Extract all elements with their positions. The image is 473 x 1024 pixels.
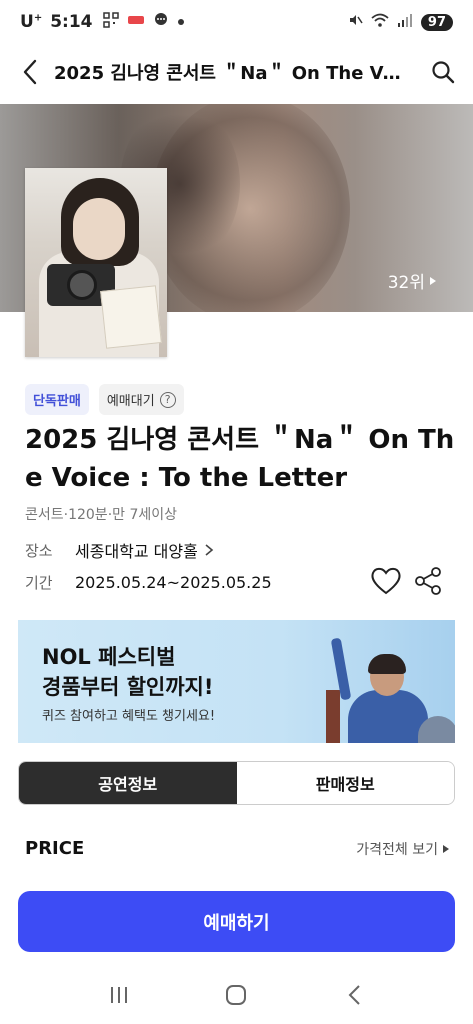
view-all-prices-link[interactable]: 가격전체 보기 [356,839,450,859]
notification-icons [102,12,185,32]
dot-icon [177,15,185,30]
ranking-label: 32위 [387,273,425,293]
promo-title: NOL 페스티벌 경품부터 할인까지! [42,642,213,702]
info-tabs: 공연정보 판매정보 [18,761,455,805]
event-poster[interactable] [25,168,167,357]
battery-indicator: 97 [420,13,453,31]
promo-pole [326,690,340,743]
search-button[interactable] [429,58,457,86]
period-label: 기간 [25,574,53,592]
share-icon [415,567,441,595]
sale-badges: 단독판매 예매대기 ? [25,384,184,415]
tab-sales-info[interactable]: 판매정보 [236,762,454,804]
search-icon [432,61,455,84]
status-time: 5:14 [50,12,93,32]
triangle-right-icon [430,276,436,285]
promo-banner[interactable]: NOL 페스티벌 경품부터 할인까지! 퀴즈 참여하고 혜택도 챙기세요! [18,620,455,743]
promo-line1: NOL 페스티벌 [42,645,176,669]
period-value: 2025.05.24~2025.05.25 [75,573,272,592]
recent-apps-icon [110,987,127,1003]
promo-person-jacket [348,690,428,743]
view-all-prices-label: 가격전체 보기 [356,841,438,858]
price-section: PRICE 가격전체 보기 [25,838,450,859]
heart-icon [371,567,401,595]
home-button[interactable] [216,980,256,1010]
promo-subtitle: 퀴즈 참여하고 혜택도 챙기세요! [42,709,216,724]
chevron-right-icon [205,544,214,556]
promo-line2: 경품부터 할인까지! [42,675,214,699]
home-icon [226,985,247,1005]
poster-camera-lens [67,270,97,300]
like-button[interactable] [370,566,404,598]
qr-icon [102,12,119,32]
back-button[interactable] [16,58,44,86]
chevron-left-icon [23,59,37,85]
status-bar: U+ 5:14 97 [0,0,473,44]
event-title: 2025 김나영 콘서트 ＂Na＂ On The Voice : To the … [25,425,455,493]
event-meta: 콘서트·120분·만 7세이상 [25,507,178,523]
system-navigation-bar [0,966,473,1024]
chat-icon [153,12,169,32]
tab-performance-info[interactable]: 공연정보 [19,762,237,804]
mute-icon [347,12,363,32]
help-icon[interactable]: ? [159,391,176,408]
price-heading: PRICE [25,838,85,859]
wifi-icon [371,12,389,32]
poster-figure-face [73,198,125,260]
status-right: 97 [347,12,453,32]
exclusive-badge: 단독판매 [25,384,89,415]
venue-row[interactable]: 장소 세종대학교 대양홀 [25,538,214,562]
top-app-bar: 2025 김나영 콘서트 ＂Na＂ On The Voice : To the … [0,44,473,100]
period-row: 기간 2025.05.24~2025.05.25 [25,572,272,593]
book-button[interactable]: 예매하기 [18,891,455,952]
page-title: 2025 김나영 콘서트 ＂Na＂ On The Voice : To the … [54,63,406,84]
share-button[interactable] [414,566,442,598]
poster-letter-card [100,285,162,349]
waitlist-label: 예매대기 [106,394,155,409]
venue-value[interactable]: 세종대학교 대양홀 [75,538,198,562]
system-back-button[interactable] [334,980,374,1010]
waitlist-badge[interactable]: 예매대기 ? [98,384,184,415]
signal-icon [397,13,413,31]
promo-person-hair [368,654,406,674]
triangle-right-icon [443,844,449,853]
chevron-left-icon [348,985,360,1005]
ranking-link[interactable]: 32위 [388,268,437,293]
carrier-label: U+ [20,12,43,32]
recent-apps-button[interactable] [99,980,139,1010]
venue-label: 장소 [25,541,53,560]
shopping-icon [127,14,145,30]
